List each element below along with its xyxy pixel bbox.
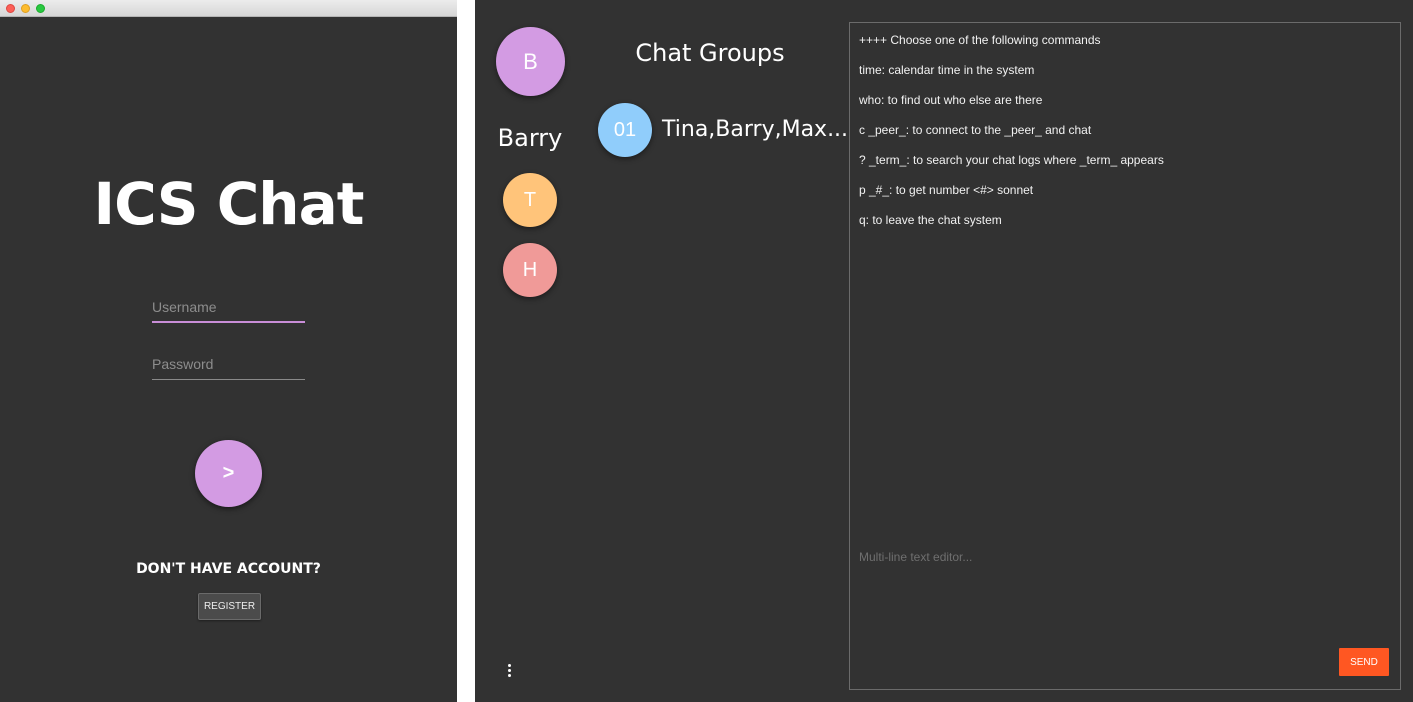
log-line: ++++ Choose one of the following command… [859,33,1101,47]
send-button[interactable]: SEND [1339,648,1389,676]
login-window: ICS Chat Username Password > DON'T HAVE … [0,0,457,702]
password-placeholder: Password [152,356,214,372]
more-vertical-icon[interactable] [505,664,513,678]
username-field[interactable]: Username [152,293,305,323]
self-name: Barry [497,124,563,152]
login-submit-button[interactable]: > [195,440,262,507]
close-window-icon[interactable] [6,4,15,13]
log-line: c _peer_: to connect to the _peer_ and c… [859,123,1092,137]
username-underline [152,321,305,323]
log-line: q: to leave the chat system [859,213,1002,227]
log-line: p _#_: to get number <#> sonnet [859,183,1034,197]
message-editor-placeholder[interactable]: Multi-line text editor... [859,550,972,564]
register-button[interactable]: REGISTER [198,593,261,620]
username-placeholder: Username [152,299,217,315]
peer-avatar-h[interactable]: H [503,243,557,297]
log-line: ? _term_: to search your chat logs where… [859,153,1164,167]
app-title: ICS Chat [93,170,365,238]
chat-groups-header: Chat Groups [635,39,785,67]
chat-panel[interactable]: ++++ Choose one of the following command… [849,22,1401,690]
window-titlebar [0,0,457,17]
group-members: Tina,Barry,Max... [662,117,849,142]
password-field[interactable]: Password [152,350,305,380]
group-avatar: 01 [598,103,652,157]
chat-group-item[interactable]: 01 Tina,Barry,Max... [598,103,848,157]
self-avatar[interactable]: B [496,27,565,96]
log-line: who: to find out who else are there [859,93,1043,107]
no-account-text: DON'T HAVE ACCOUNT? [136,561,321,577]
password-underline [152,379,305,380]
minimize-window-icon[interactable] [21,4,30,13]
log-line: time: calendar time in the system [859,63,1035,77]
maximize-window-icon[interactable] [36,4,45,13]
peer-avatar-t[interactable]: T [503,173,557,227]
chat-window: B Barry T H Chat Groups 01 Tina,Barry,Ma… [475,0,1413,702]
